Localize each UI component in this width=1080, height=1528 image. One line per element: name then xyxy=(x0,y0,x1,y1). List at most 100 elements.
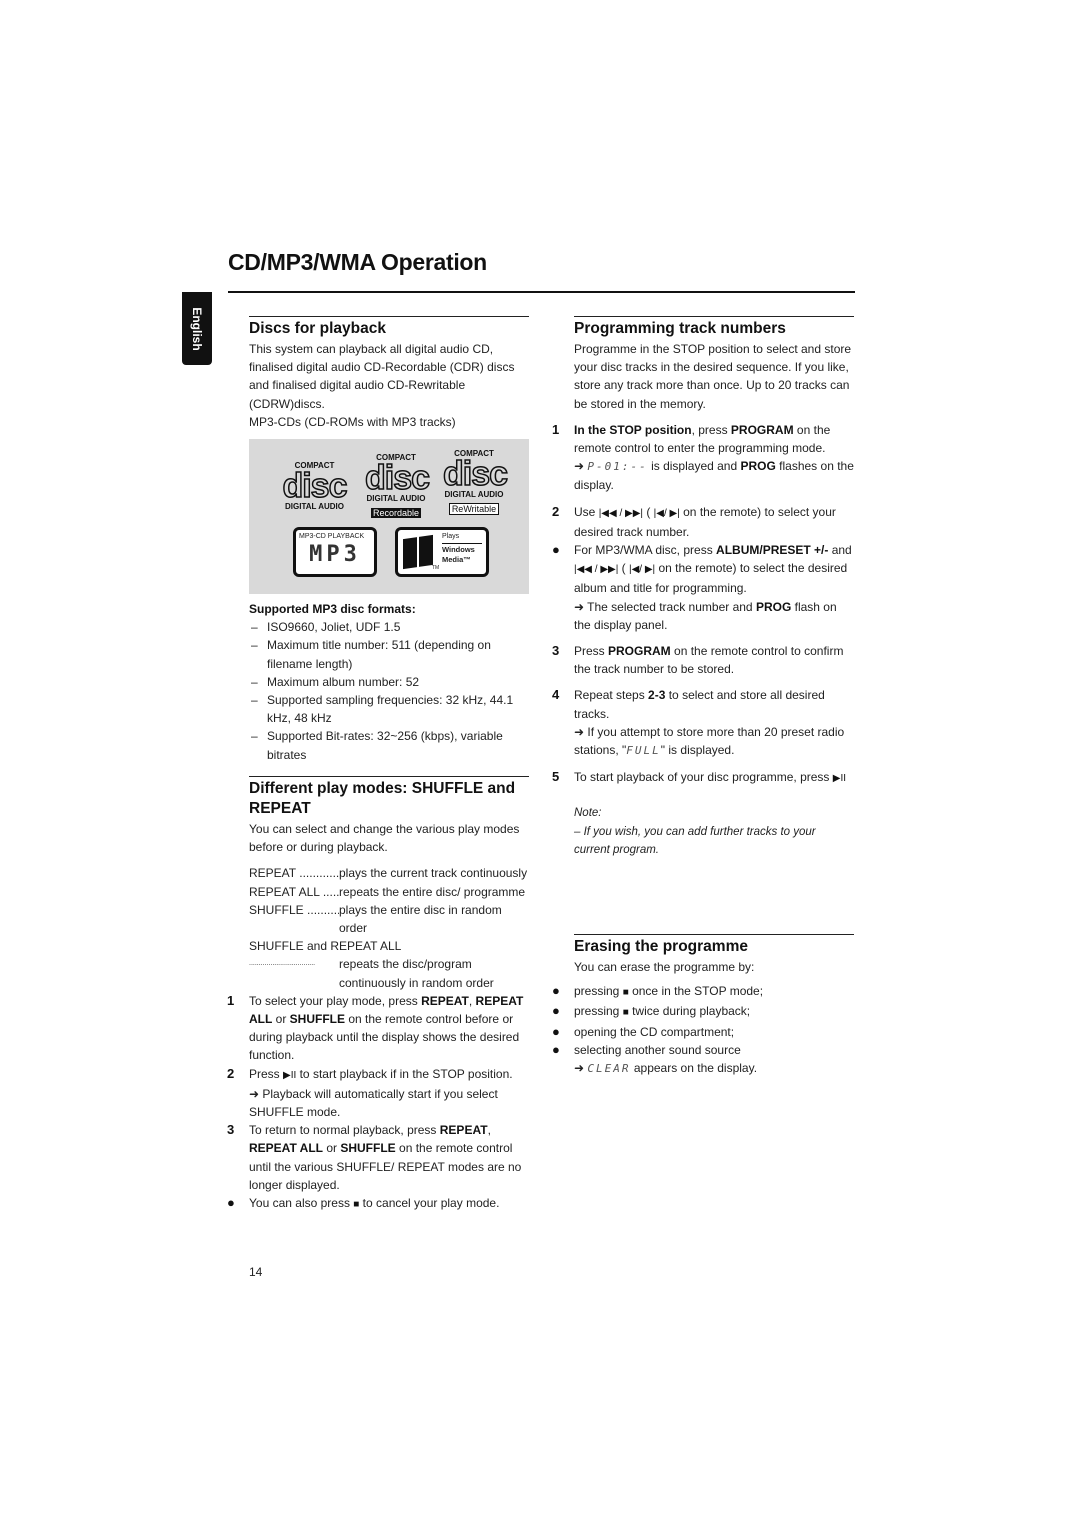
text-segment: SHUFFLE xyxy=(289,1012,346,1027)
bullet-icon: ● xyxy=(552,1041,560,1057)
step-item: 1 In the STOP position, press PROGRAM on … xyxy=(552,421,854,495)
step-item: 5 To start playback of your disc programm… xyxy=(552,768,854,788)
step-result: ➜ The selected track number and PROG fla… xyxy=(574,598,854,634)
programming-steps: 1 In the STOP position, press PROGRAM on … xyxy=(552,421,854,789)
text-segment: twice during playback; xyxy=(628,1004,751,1019)
step-item: ● You can also press ■ to cancel your pla… xyxy=(227,1194,529,1214)
text-segment: once in the STOP mode; xyxy=(628,984,764,999)
text-segment: PROGRAM xyxy=(608,644,671,659)
text-segment: appears on the display. xyxy=(630,1061,758,1076)
text-segment: ( xyxy=(618,561,629,576)
bullet-icon: ● xyxy=(552,1003,560,1019)
mode-description: repeats the entire disc/ programme xyxy=(339,884,526,899)
text-segment: or xyxy=(272,1012,290,1027)
play-mode-steps: 1 To select your play mode, press REPEAT,… xyxy=(227,992,529,1214)
control-symbol-icon: |◀/ ▶| xyxy=(653,507,680,519)
step-item: 3 Press PROGRAM on the remote control to … xyxy=(552,642,854,678)
step-result: ➜ P-01:-- is displayed and PROG flashes … xyxy=(574,457,854,494)
text-segment: Press xyxy=(249,1066,284,1081)
play-modes-intro: You can select and change the various pl… xyxy=(249,822,520,855)
text-segment: REPEAT ALL xyxy=(249,1141,323,1156)
text-segment: and xyxy=(828,543,852,558)
step-number: 5 xyxy=(552,769,560,785)
text-segment: For MP3/WMA disc, press xyxy=(574,543,717,558)
step-number: 1 xyxy=(552,421,560,437)
play-mode-definitions: REPEATplays the current track continuous… xyxy=(249,864,529,937)
play-mode-definition: REPEAT ALLrepeats the entire disc/ progr… xyxy=(249,883,529,901)
format-item: Supported Bit-rates: 32~256 (kbps), vari… xyxy=(249,727,529,763)
note-text: – If you wish, you can add further track… xyxy=(574,825,816,856)
page-number: 14 xyxy=(249,1265,263,1279)
step-item: 3 To return to normal playback, press REP… xyxy=(227,1121,529,1194)
step-item: ● For MP3/WMA disc, press ALBUM/PRESET +/… xyxy=(552,541,854,634)
text-segment: ➜ The selected track number and xyxy=(574,599,756,614)
play-modes-heading: Different play modes: SHUFFLE and REPEAT xyxy=(249,780,516,817)
mp3-playback-logo: MP3-CD PLAYBACK MP3 xyxy=(293,527,377,578)
mode-description: plays the current track continuously xyxy=(339,866,528,881)
step-result: ➜ CLEAR appears on the display. xyxy=(574,1059,854,1078)
text-segment: selecting another sound source xyxy=(574,1042,741,1057)
display-readout: P-01:-- xyxy=(587,460,648,474)
text-segment: In the STOP position xyxy=(574,422,692,437)
step-number: 3 xyxy=(227,1122,235,1138)
erasing-section: Erasing the programme You can erase the … xyxy=(552,934,854,1078)
erasing-intro: You can erase the programme by: xyxy=(574,960,755,974)
format-item: Supported sampling frequencies: 32 kHz, … xyxy=(249,691,529,727)
text-segment: PROG xyxy=(740,459,776,474)
bullet-icon: ● xyxy=(227,1195,235,1211)
text-segment: REPEAT xyxy=(439,1123,488,1138)
mode-term: REPEAT ALL xyxy=(249,883,339,901)
windows-media-logo: Plays Windows Media™ TM xyxy=(395,527,489,578)
title-rule xyxy=(228,291,855,293)
control-symbol-icon: ▶II xyxy=(283,1069,297,1081)
step-item: ● opening the CD compartment; xyxy=(552,1023,854,1041)
control-symbol-icon: |◀◀ / ▶▶| xyxy=(598,507,643,519)
text-segment: ( xyxy=(642,504,654,519)
step-number: 4 xyxy=(552,687,560,703)
mode-term: SHUFFLE xyxy=(249,901,339,937)
play-mode-definition: REPEATplays the current track continuous… xyxy=(249,864,529,882)
format-item: Maximum title number: 511 (depending on … xyxy=(249,636,529,672)
section-rule xyxy=(574,316,854,317)
text-segment: , xyxy=(468,993,476,1008)
step-item: ● pressing ■ twice during playback; xyxy=(552,1002,854,1022)
text-segment: Repeat steps xyxy=(574,688,649,703)
formats-heading: Supported MP3 disc formats: xyxy=(249,602,416,617)
discs-heading: Discs for playback xyxy=(249,320,386,337)
display-readout: FULL xyxy=(626,744,661,758)
text-segment: To select your play mode, press xyxy=(249,993,422,1008)
programming-section: Programming track numbers Programme in t… xyxy=(552,316,854,859)
section-rule xyxy=(249,316,529,317)
step-item: 2 Press ▶II to start playback if in the S… xyxy=(227,1065,529,1122)
compact-disc-logo: COMPACT disc DIGITAL AUDIO xyxy=(282,461,349,512)
bullet-icon: ● xyxy=(552,542,560,558)
discs-para: MP3-CDs (CD-ROMs with MP3 tracks) xyxy=(249,414,456,429)
disc-logos-panel: COMPACT disc DIGITAL AUDIO COMPACT disc DIGI… xyxy=(249,439,529,595)
programming-heading: Programming track numbers xyxy=(574,320,786,337)
text-segment: is displayed and xyxy=(647,459,741,474)
step-number: 3 xyxy=(552,643,560,659)
step-result: ➜ If you attempt to store more than 20 p… xyxy=(574,723,854,760)
text-segment: ALBUM/PRESET +/- xyxy=(716,543,829,558)
text-segment: Use xyxy=(574,504,599,519)
format-item: ISO9660, Joliet, UDF 1.5 xyxy=(249,618,529,636)
play-modes-section: Different play modes: SHUFFLE and REPEAT… xyxy=(227,776,529,1214)
text-segment: pressing xyxy=(574,984,623,999)
text-segment: , xyxy=(487,1123,491,1138)
text-segment: To start playback of your disc programme… xyxy=(574,770,833,785)
mode-term: REPEAT xyxy=(249,864,339,882)
text-segment: ➜ Playback will automatically start if y… xyxy=(249,1086,498,1120)
step-number: 2 xyxy=(227,1065,235,1081)
bullet-icon: ● xyxy=(552,983,560,999)
step-result: ➜ Playback will automatically start if y… xyxy=(249,1085,529,1121)
language-tab: English xyxy=(182,292,212,365)
step-item: 2 Use |◀◀ / ▶▶| ( |◀/ ▶| on the remote) t… xyxy=(552,503,854,541)
display-readout: CLEAR xyxy=(587,1062,631,1076)
text-segment: , press xyxy=(691,422,731,437)
text-segment: ➜ xyxy=(574,459,588,474)
text-segment: to cancel your play mode. xyxy=(359,1196,500,1211)
page-title: CD/MP3/WMA Operation xyxy=(228,249,487,275)
section-rule xyxy=(574,934,854,935)
step-number: 2 xyxy=(552,503,560,519)
control-symbol-icon: ▶II xyxy=(832,773,847,785)
